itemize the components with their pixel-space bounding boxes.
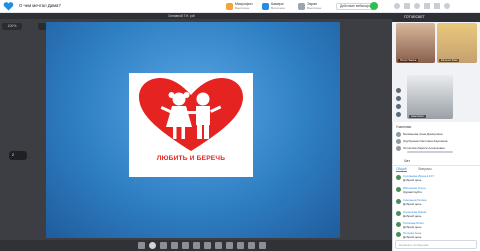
- avatar: [396, 145, 401, 151]
- chat-message: Синицына Галина Добрый день: [396, 198, 426, 206]
- mic-toggle[interactable]: Микрофон Выключен: [226, 2, 253, 10]
- status-badge: [370, 2, 378, 10]
- right-panel-title: ГОТЧЕСКЕТ: [404, 15, 425, 19]
- video-tile[interactable]: Юлия Пакина: [396, 23, 435, 63]
- slide-image: ЛЮБИТЬ И БЕРЕЧЬ: [129, 73, 253, 177]
- page-title: О чем мечтал Дима?: [19, 3, 61, 8]
- avatar: [396, 112, 401, 117]
- chat-message: Полякова Юлия Добрый день: [396, 221, 424, 229]
- slide-file-name: Основной Т.Н. pdf: [168, 14, 195, 18]
- webinar-actions-button[interactable]: Действие вебинара: [336, 3, 375, 10]
- avatar: [396, 211, 401, 216]
- chat-message: Соловьёва Ирина 12:47 Добрый день: [396, 174, 434, 182]
- video-tile[interactable]: Анастасия: [407, 75, 453, 119]
- webinar-app: О чем мечтал Дима? Микрофон Выключен Каме…: [0, 0, 480, 251]
- avatar: [396, 104, 401, 109]
- avatar: [396, 199, 401, 204]
- top-header: О чем мечтал Дима? Микрофон Выключен Каме…: [0, 0, 480, 13]
- list-item[interactable]: Журбунова Светлана Каушевна: [396, 138, 447, 144]
- avatar: [396, 88, 401, 93]
- line-icon[interactable]: [182, 242, 189, 249]
- clear-icon[interactable]: [248, 242, 255, 249]
- screen-share-toggle[interactable]: Экран Выключен: [298, 2, 321, 10]
- tab-questions[interactable]: Вопросы: [419, 167, 432, 172]
- video-tile[interactable]: Евгения Лава: [437, 23, 477, 63]
- users-icon[interactable]: [394, 3, 400, 9]
- participants-header: Участники: [396, 125, 412, 129]
- microphone-icon: [226, 2, 233, 10]
- chat-message-input[interactable]: Написать сообщение: [395, 240, 477, 249]
- chat-title: Чат: [404, 159, 410, 163]
- marker-icon[interactable]: [171, 242, 178, 249]
- chat-message: Корнилова Ирина Добрый день: [396, 210, 426, 218]
- app-logo-icon: [3, 2, 14, 11]
- avatar: [396, 131, 401, 137]
- scrollbar[interactable]: [407, 151, 453, 153]
- redo-icon[interactable]: [237, 242, 244, 249]
- zoom-selector[interactable]: 100%: [2, 23, 22, 30]
- settings-icon[interactable]: [414, 3, 420, 9]
- chat-message: Петрова Анна Добрый день: [396, 231, 421, 239]
- more-tools-icon[interactable]: [259, 242, 266, 249]
- eraser-icon[interactable]: [215, 242, 222, 249]
- cursor-icon[interactable]: [138, 242, 145, 249]
- tab-general[interactable]: Общий: [396, 167, 407, 172]
- shape-icon[interactable]: [193, 242, 200, 249]
- avatar: [396, 222, 401, 227]
- screen-icon: [298, 2, 305, 10]
- chat-icon[interactable]: [404, 3, 410, 9]
- pen-icon[interactable]: [160, 242, 167, 249]
- expand-icon[interactable]: [434, 3, 440, 9]
- camera-icon: [262, 2, 269, 10]
- grid-icon[interactable]: [424, 3, 430, 9]
- avatar: [396, 138, 401, 144]
- circle-tool-icon[interactable]: [149, 242, 156, 249]
- text-icon[interactable]: [204, 242, 211, 249]
- avatar: [396, 187, 401, 192]
- slide-caption: ЛЮБИТЬ И БЕРЕЧЬ: [156, 155, 226, 162]
- page-indicator[interactable]: 2: [9, 151, 27, 160]
- avatar: [396, 175, 401, 180]
- more-icon[interactable]: [444, 3, 450, 9]
- undo-icon[interactable]: [226, 242, 233, 249]
- camera-toggle[interactable]: Камера Включена: [262, 2, 285, 10]
- avatar: [396, 232, 401, 237]
- chat-message: Яблонская Ольга Здравствуйте: [396, 186, 426, 194]
- list-item[interactable]: Батманова Анна Доморовна: [396, 131, 443, 137]
- avatar: [396, 96, 401, 101]
